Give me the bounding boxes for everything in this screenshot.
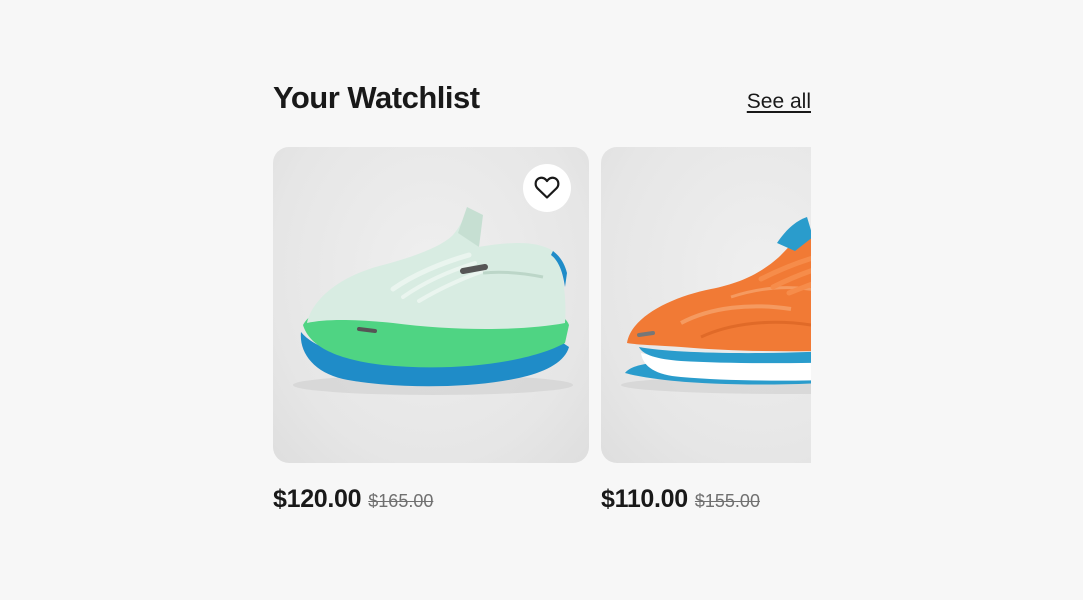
product-image[interactable] bbox=[601, 147, 811, 463]
orange-running-shoe-image bbox=[621, 217, 811, 394]
see-all-link[interactable]: See all bbox=[747, 90, 811, 114]
current-price: $120.00 bbox=[273, 485, 362, 513]
product-card[interactable]: $110.00 $155.00 bbox=[601, 147, 811, 514]
carousel-track: $120.00 $165.00 $110.00 $155.00 bbox=[273, 147, 811, 514]
carousel: $120.00 $165.00 $110.00 $155.00 bbox=[273, 147, 811, 537]
product-card[interactable]: $120.00 $165.00 bbox=[273, 147, 589, 514]
watchlist-header: Your Watchlist See all bbox=[273, 80, 811, 128]
product-image[interactable] bbox=[273, 147, 589, 463]
price-row: $110.00 $155.00 bbox=[601, 485, 811, 514]
price-row: $120.00 $165.00 bbox=[273, 485, 589, 514]
current-price: $110.00 bbox=[601, 485, 688, 513]
section-title: Your Watchlist bbox=[273, 80, 480, 115]
heart-icon bbox=[534, 176, 560, 199]
watch-button[interactable] bbox=[523, 164, 571, 212]
original-price: $155.00 bbox=[694, 491, 760, 511]
original-price: $165.00 bbox=[368, 491, 434, 511]
watchlist-section: Your Watchlist See all $120.00 $165.00 $… bbox=[273, 80, 811, 513]
